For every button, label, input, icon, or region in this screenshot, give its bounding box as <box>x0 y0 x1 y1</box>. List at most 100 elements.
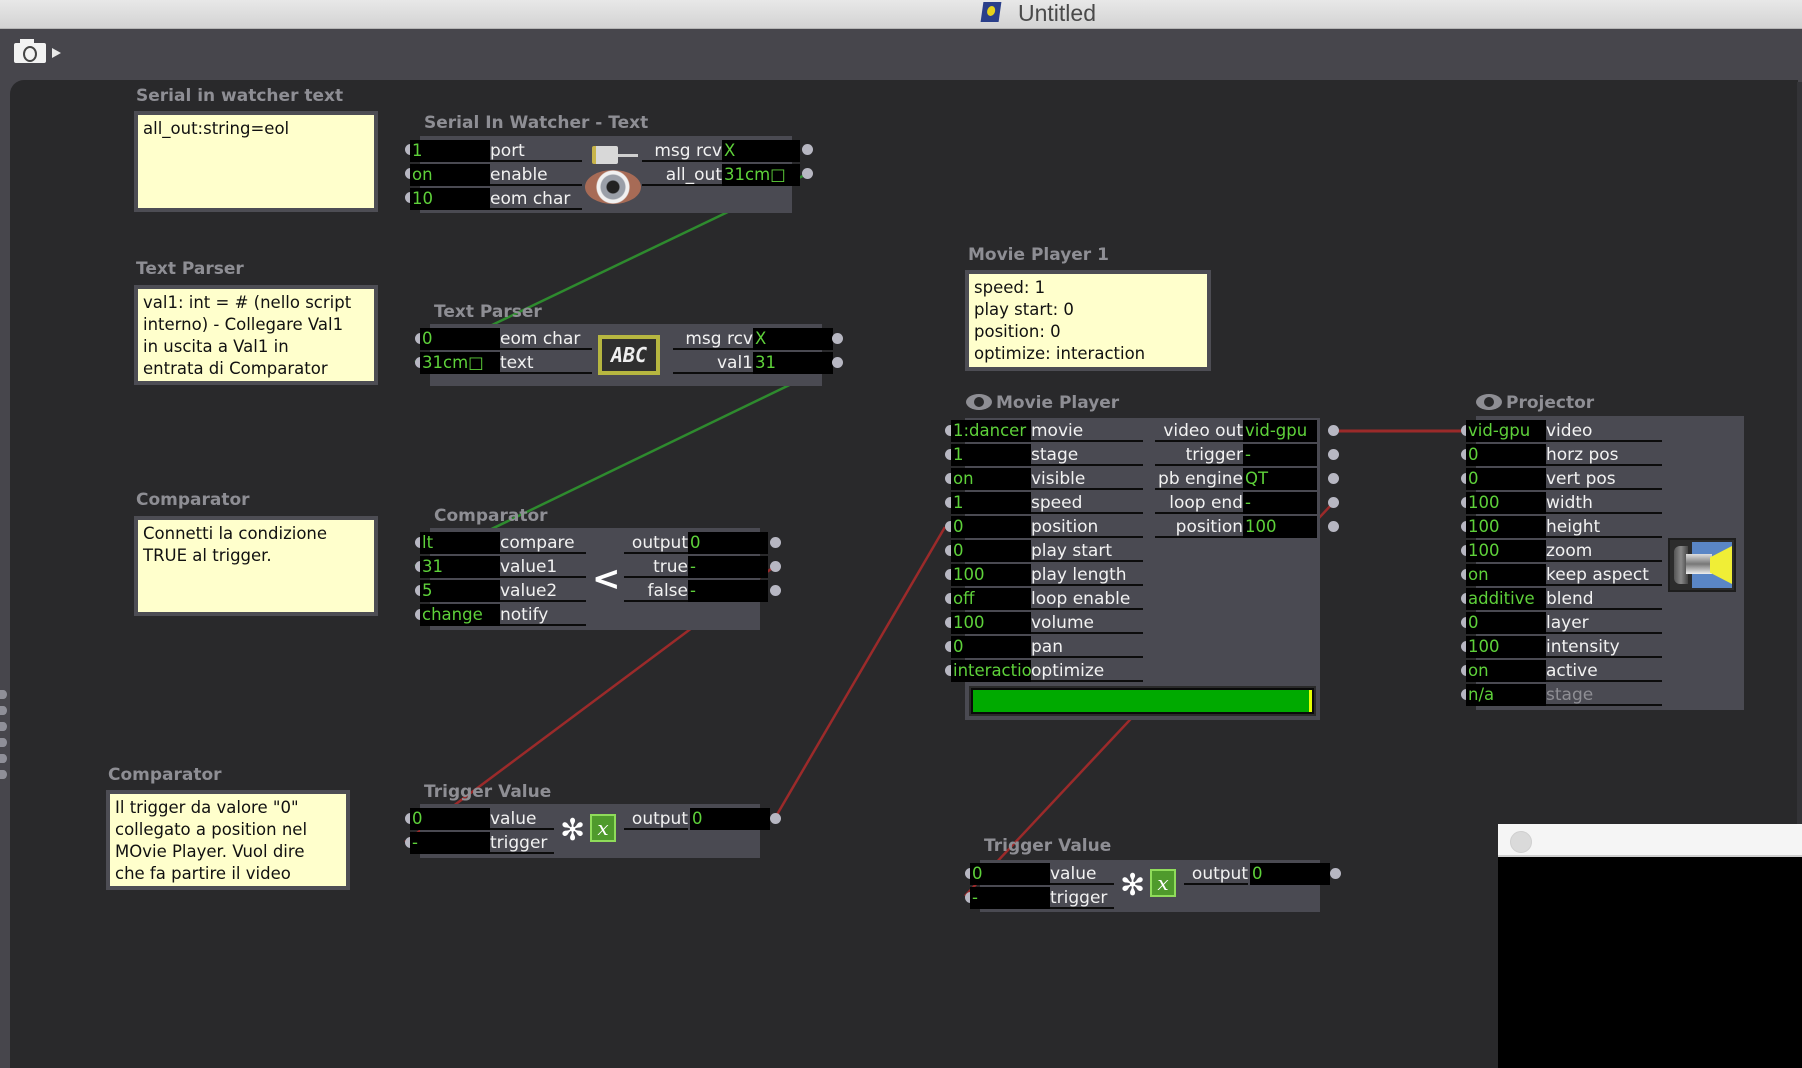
output-port[interactable] <box>832 333 843 344</box>
input-value[interactable]: on <box>1466 660 1546 682</box>
output-value: 100 <box>1243 516 1317 538</box>
output-value: - <box>1243 444 1317 466</box>
input-label: pan <box>1031 636 1143 658</box>
input-label: value <box>490 808 554 830</box>
input-value[interactable]: off <box>951 588 1031 610</box>
output-port[interactable] <box>770 813 781 824</box>
input-value[interactable]: additive <box>1466 588 1546 610</box>
output-port[interactable] <box>770 537 781 548</box>
input-value[interactable]: 100 <box>1466 516 1546 538</box>
comment-box[interactable]: Il trigger da valore "0" collegato a pos… <box>106 790 350 890</box>
input-value[interactable]: 0 <box>951 516 1031 538</box>
input-value[interactable]: 31 <box>420 556 500 578</box>
output-value: X <box>722 140 800 162</box>
comment-box[interactable]: all_out:string=eol <box>134 111 378 212</box>
trigger-star-icon: ✻ <box>1120 868 1146 903</box>
output-port[interactable] <box>802 168 813 179</box>
stage-preview-window[interactable] <box>1498 824 1802 1068</box>
play-arrow-icon[interactable] <box>52 48 61 58</box>
input-value[interactable]: on <box>410 164 490 186</box>
actor-title-text: Projector <box>1506 393 1595 413</box>
input-value[interactable]: interaction <box>951 660 1031 682</box>
output-value: vid-gpu <box>1243 420 1317 442</box>
input-value[interactable]: 0 <box>420 328 500 350</box>
output-port[interactable] <box>1328 473 1339 484</box>
variable-x-icon: x <box>590 814 616 842</box>
input-value[interactable]: - <box>410 832 490 854</box>
output-label: true <box>624 556 688 578</box>
input-label: stage <box>1546 684 1662 706</box>
close-button[interactable] <box>1510 831 1532 853</box>
comment-box[interactable]: speed: 1 play start: 0 position: 0 optim… <box>965 270 1211 371</box>
actor-title: Trigger Value <box>424 782 552 802</box>
input-label: eom char <box>500 328 592 350</box>
window-titlebar: Untitled <box>0 0 1802 29</box>
input-value[interactable]: 0 <box>1466 612 1546 634</box>
input-value[interactable]: - <box>970 887 1050 909</box>
input-value[interactable]: n/a <box>1466 684 1546 706</box>
input-label: volume <box>1031 612 1143 634</box>
input-value[interactable]: lt <box>420 532 500 554</box>
actor-trigger-value[interactable]: 0 value - trigger ✻ x output 0 <box>405 804 781 858</box>
input-value[interactable]: 0 <box>970 863 1050 885</box>
input-value[interactable]: change <box>420 604 500 626</box>
actor-movie-player[interactable]: 1:dancer movie 1 stage on visible 1 spee… <box>945 418 1339 720</box>
playback-progress-fill <box>973 690 1312 712</box>
input-label: movie <box>1031 420 1143 442</box>
output-port[interactable] <box>1328 521 1339 532</box>
input-value[interactable]: 1:dancer <box>951 420 1031 442</box>
input-value[interactable]: 1 <box>951 444 1031 466</box>
input-value[interactable]: 1 <box>951 492 1031 514</box>
input-value[interactable]: 100 <box>1466 540 1546 562</box>
abc-text-icon: ABC <box>598 335 660 375</box>
stage-window-titlebar[interactable] <box>1498 824 1802 857</box>
input-value[interactable]: 1 <box>410 140 490 162</box>
output-port[interactable] <box>1328 497 1339 508</box>
actor-projector[interactable]: vid-gpu video 0 horz pos 0 vert pos 100 … <box>1461 416 1744 710</box>
input-label: play start <box>1031 540 1143 562</box>
actor-text-parser[interactable]: 0 eom char 31cm□ text ABC msg rcv X val1… <box>415 324 843 386</box>
input-value[interactable]: 100 <box>1466 492 1546 514</box>
input-value[interactable]: 10 <box>410 188 490 210</box>
input-label: video <box>1546 420 1662 442</box>
input-value[interactable]: 100 <box>1466 636 1546 658</box>
output-port[interactable] <box>802 144 813 155</box>
input-value[interactable]: 100 <box>951 612 1031 634</box>
input-value[interactable]: 31cm□ <box>420 352 500 374</box>
output-port[interactable] <box>832 357 843 368</box>
input-value[interactable]: 0 <box>410 808 490 830</box>
eye-icon[interactable] <box>1476 394 1502 410</box>
serial-plug-icon <box>592 144 638 166</box>
output-port[interactable] <box>770 561 781 572</box>
input-label: value <box>1050 863 1114 885</box>
scene-list-handle[interactable] <box>0 690 7 786</box>
input-value[interactable]: on <box>951 468 1031 490</box>
input-value[interactable]: 0 <box>1466 468 1546 490</box>
camera-icon[interactable] <box>14 39 46 63</box>
output-label: video out <box>1155 420 1243 442</box>
input-value[interactable]: 5 <box>420 580 500 602</box>
output-port[interactable] <box>1330 868 1341 879</box>
output-value: 0 <box>688 532 768 554</box>
input-value[interactable]: 0 <box>951 540 1031 562</box>
input-label: text <box>500 352 592 374</box>
input-value[interactable]: 0 <box>951 636 1031 658</box>
input-label: width <box>1546 492 1662 514</box>
input-value[interactable]: on <box>1466 564 1546 586</box>
input-value[interactable]: 0 <box>1466 444 1546 466</box>
eye-icon[interactable] <box>966 394 992 410</box>
input-label: visible <box>1031 468 1143 490</box>
output-port[interactable] <box>770 585 781 596</box>
output-label: position <box>1155 516 1243 538</box>
actor-serial-in-watcher[interactable]: 1 port on enable 10 eom char msg rcv X a… <box>405 136 813 213</box>
output-value: - <box>1243 492 1317 514</box>
output-port[interactable] <box>1328 449 1339 460</box>
actor-comparator[interactable]: lt compare 31 value1 5 value2 change not… <box>415 528 781 630</box>
comment-box[interactable]: Connetti la condizione TRUE al trigger. <box>134 516 378 616</box>
actor-trigger-value[interactable]: 0 value - trigger ✻ x output 0 <box>965 860 1341 912</box>
actor-title: Trigger Value <box>984 836 1112 856</box>
input-value[interactable]: 100 <box>951 564 1031 586</box>
comment-box[interactable]: val1: int = # (nello script interno) - C… <box>134 285 378 385</box>
output-port[interactable] <box>1328 425 1339 436</box>
input-value[interactable]: vid-gpu <box>1466 420 1546 442</box>
